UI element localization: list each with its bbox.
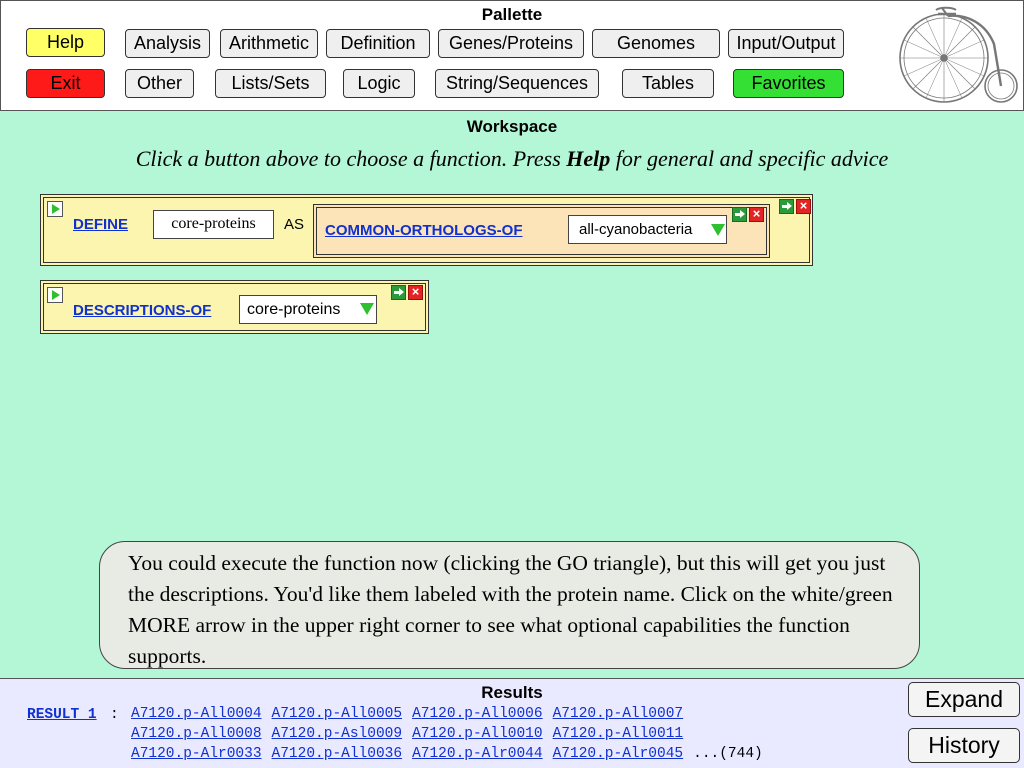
common-orthologs-function-link[interactable]: COMMON-ORTHOLOGS-OF [325, 222, 522, 239]
category-definition-button[interactable]: Definition [326, 29, 430, 58]
descriptions-go-icon[interactable] [47, 287, 63, 303]
category-favorites-button[interactable]: Favorites [733, 69, 844, 98]
category-genomes-button[interactable]: Genomes [592, 29, 720, 58]
category-arithmetic-button[interactable]: Arithmetic [220, 29, 318, 58]
common-orthologs-function-box: COMMON-ORTHOLOGS-OF all-cyanobacteria × [313, 204, 770, 258]
result-1-label[interactable]: RESULT 1 [27, 707, 97, 723]
result-item[interactable]: A7120.p-All0006 [412, 706, 543, 722]
history-button[interactable]: History [908, 728, 1020, 763]
result-row: A7120.p-All0004 A7120.p-All0005 A7120.p-Al… [131, 706, 763, 726]
descriptions-dropdown-icon[interactable] [360, 303, 374, 315]
category-input-output-button[interactable]: Input/Output [728, 29, 844, 58]
descriptions-arg-value: core-proteins [247, 301, 341, 318]
result-item[interactable]: A7120.p-All0036 [272, 746, 403, 762]
common-orthologs-arg-input[interactable]: all-cyanobacteria [568, 215, 727, 244]
category-logic-button[interactable]: Logic [343, 69, 415, 98]
descriptions-more-icon[interactable] [391, 285, 406, 300]
result-1-items: A7120.p-All0004 A7120.p-All0005 A7120.p-Al… [131, 706, 763, 766]
category-other-button[interactable]: Other [125, 69, 194, 98]
result-item[interactable]: A7120.p-All0004 [131, 706, 262, 722]
result-item[interactable]: A7120.p-Alr0045 [553, 746, 684, 762]
pallette-panel: Pallette Help Exit Analysis Arithmetic D… [0, 0, 1024, 111]
descriptions-function-box: DESCRIPTIONS-OF core-proteins × [40, 280, 429, 334]
result-item[interactable]: A7120.p-All0005 [272, 706, 403, 722]
workspace-title: Workspace [466, 117, 558, 136]
descriptions-box-controls: × [391, 285, 423, 301]
tutorial-tip-bubble: You could execute the function now (clic… [99, 541, 920, 669]
define-function-box: DEFINE core-proteins AS × COMMON-ORTHOLO… [40, 194, 813, 266]
result-item[interactable]: A7120.p-All0008 [131, 726, 262, 742]
result-1-colon: : [110, 707, 119, 723]
result-item[interactable]: A7120.p-All0011 [553, 726, 684, 742]
result-item[interactable]: A7120.p-All0010 [412, 726, 543, 742]
penny-farthing-logo-icon [899, 6, 1018, 103]
define-name-input[interactable]: core-proteins [153, 210, 274, 239]
define-as-label: AS [284, 216, 305, 233]
common-orthologs-controls: × [732, 207, 764, 223]
common-orthologs-more-icon[interactable] [732, 207, 747, 222]
instruction-text-b: for general and specific advice [610, 146, 889, 171]
descriptions-function-link[interactable]: DESCRIPTIONS-OF [73, 302, 211, 319]
results-panel: Results RESULT 1 : A7120.p-All0004 A7120.… [0, 678, 1024, 768]
define-more-icon[interactable] [779, 199, 794, 214]
result-row: A7120.p-Alr0033 A7120.p-All0036 A7120.p-Al… [131, 746, 763, 766]
exit-button[interactable]: Exit [26, 69, 105, 98]
common-orthologs-arg-value: all-cyanobacteria [579, 221, 693, 238]
result-item[interactable]: A7120.p-Alr0044 [412, 746, 543, 762]
descriptions-arg-input[interactable]: core-proteins [239, 295, 377, 324]
result-item[interactable]: A7120.p-Asl0009 [272, 726, 403, 742]
expand-button[interactable]: Expand [908, 682, 1020, 717]
descriptions-close-icon[interactable]: × [408, 285, 423, 300]
define-keyword-link[interactable]: DEFINE [73, 216, 128, 233]
instruction-text-a: Click a button above to choose a functio… [135, 146, 567, 171]
category-string-sequences-button[interactable]: String/Sequences [435, 69, 599, 98]
common-orthologs-dropdown-icon[interactable] [711, 224, 725, 236]
define-close-icon[interactable]: × [796, 199, 811, 214]
define-box-controls: × [779, 199, 811, 215]
result-more-count[interactable]: ...(744) [693, 746, 763, 762]
result-row: A7120.p-All0008 A7120.p-Asl0009 A7120.p-Al… [131, 726, 763, 746]
common-orthologs-close-icon[interactable]: × [749, 207, 764, 222]
results-title: Results [481, 683, 543, 702]
workspace-instructions: Click a button above to choose a functio… [0, 146, 1024, 172]
instruction-help-word: Help [566, 146, 611, 171]
define-go-icon[interactable] [47, 201, 63, 217]
category-genes-proteins-button[interactable]: Genes/Proteins [438, 29, 584, 58]
result-item[interactable]: A7120.p-Alr0033 [131, 746, 262, 762]
pallette-title: Pallette [481, 5, 543, 24]
help-button[interactable]: Help [26, 28, 105, 57]
category-lists-sets-button[interactable]: Lists/Sets [215, 69, 326, 98]
category-tables-button[interactable]: Tables [622, 69, 714, 98]
category-analysis-button[interactable]: Analysis [125, 29, 210, 58]
result-item[interactable]: A7120.p-All0007 [553, 706, 684, 722]
